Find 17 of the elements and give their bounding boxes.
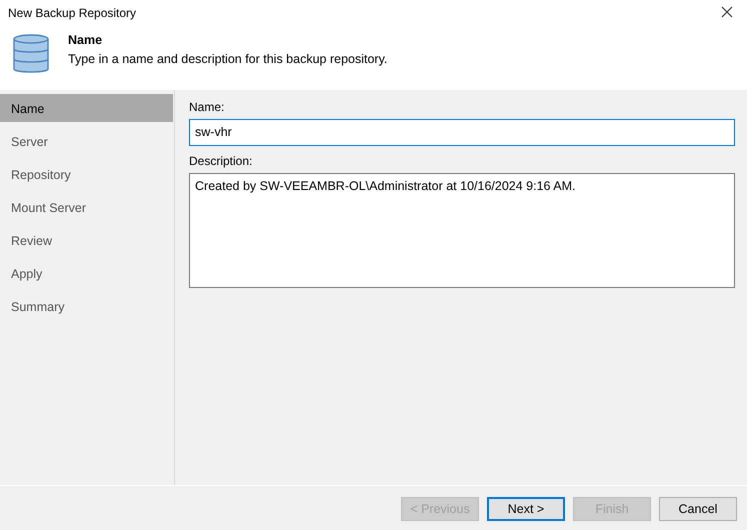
wizard-step[interactable]: Apply — [0, 259, 174, 287]
step-title: Name — [68, 32, 104, 49]
wizard-step[interactable]: Review — [0, 226, 174, 254]
step-description: Type in a name and description for this backup repository. — [68, 50, 388, 68]
wizard-button[interactable]: Next > — [487, 497, 565, 521]
window-title: New Backup Repository — [8, 5, 136, 22]
wizard-step[interactable]: Repository — [0, 160, 174, 188]
name-field[interactable]: sw-vhr — [189, 119, 735, 146]
name-label: Name: — [189, 99, 226, 116]
wizard-step[interactable]: Summary — [0, 292, 174, 320]
description-label: Description: — [189, 152, 254, 170]
wizard-button[interactable]: Cancel — [659, 497, 737, 521]
wizard-step[interactable]: Mount Server — [0, 193, 174, 221]
wizard-step[interactable]: Name — [0, 94, 173, 122]
description-field[interactable]: Created by SW-VEEAMBR-OL\Administrator at 10/16/2024 9:16 AM. — [189, 172, 735, 288]
close-icon[interactable] — [721, 6, 733, 18]
wizard-step[interactable]: Server — [0, 127, 174, 155]
